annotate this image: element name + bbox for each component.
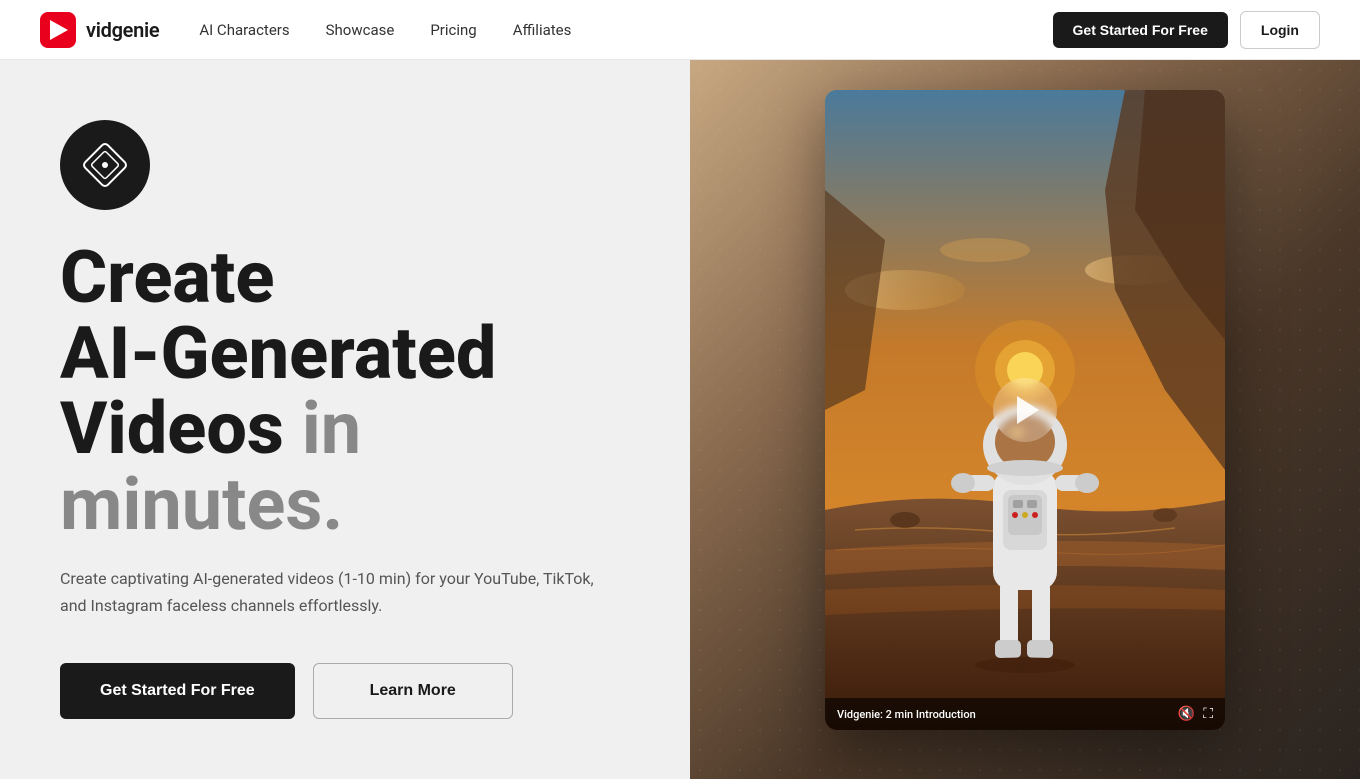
video-icons: 🔇 ⛶ — [1178, 706, 1213, 722]
brand-icon-svg — [81, 141, 129, 189]
video-controls-bar: Vidgenie: 2 min Introduction 🔇 ⛶ — [825, 698, 1225, 730]
hero-right-panel: Vidgenie: 2 min Introduction 🔇 ⛶ — [690, 60, 1360, 779]
video-play-button[interactable] — [993, 378, 1057, 442]
nav-link-ai-characters[interactable]: AI Characters — [199, 21, 289, 39]
brand-name: vidgenie — [86, 18, 159, 42]
video-title: Vidgenie: 2 min Introduction — [837, 708, 976, 721]
hero-get-started-button[interactable]: Get Started For Free — [60, 663, 295, 719]
nav-left: vidgenie AI Characters Showcase Pricing … — [40, 12, 571, 48]
nav-link-pricing[interactable]: Pricing — [430, 21, 476, 39]
hero-left-panel: Create AI-Generated Videos in minutes. C… — [0, 60, 690, 779]
nav-right: Get Started For Free Login — [1053, 11, 1320, 49]
play-triangle-icon — [1017, 396, 1039, 424]
brand-icon-circle — [60, 120, 150, 210]
nav-link-showcase[interactable]: Showcase — [326, 21, 395, 39]
logo-area[interactable]: vidgenie — [40, 12, 159, 48]
heading-line1: Create — [60, 235, 274, 320]
hero-heading: Create AI-Generated Videos in minutes. — [60, 240, 630, 542]
nav-link-affiliates[interactable]: Affiliates — [513, 21, 572, 39]
hero-section: Create AI-Generated Videos in minutes. C… — [0, 60, 1360, 779]
nav-links: AI Characters Showcase Pricing Affiliate… — [199, 21, 571, 39]
heading-line3-main: Videos — [60, 386, 284, 471]
navbar: vidgenie AI Characters Showcase Pricing … — [0, 0, 1360, 60]
hero-buttons: Get Started For Free Learn More — [60, 663, 630, 719]
mute-icon[interactable]: 🔇 — [1178, 706, 1195, 722]
hero-learn-more-button[interactable]: Learn More — [313, 663, 513, 719]
vidgenie-logo-icon — [40, 12, 76, 48]
hero-subtext: Create captivating AI-generated videos (… — [60, 566, 600, 619]
video-panel: Vidgenie: 2 min Introduction 🔇 ⛶ — [825, 90, 1225, 730]
heading-line2: AI-Generated — [60, 311, 496, 396]
fullscreen-icon[interactable]: ⛶ — [1203, 706, 1213, 722]
nav-login-button[interactable]: Login — [1240, 11, 1320, 49]
nav-get-started-button[interactable]: Get Started For Free — [1053, 12, 1228, 48]
